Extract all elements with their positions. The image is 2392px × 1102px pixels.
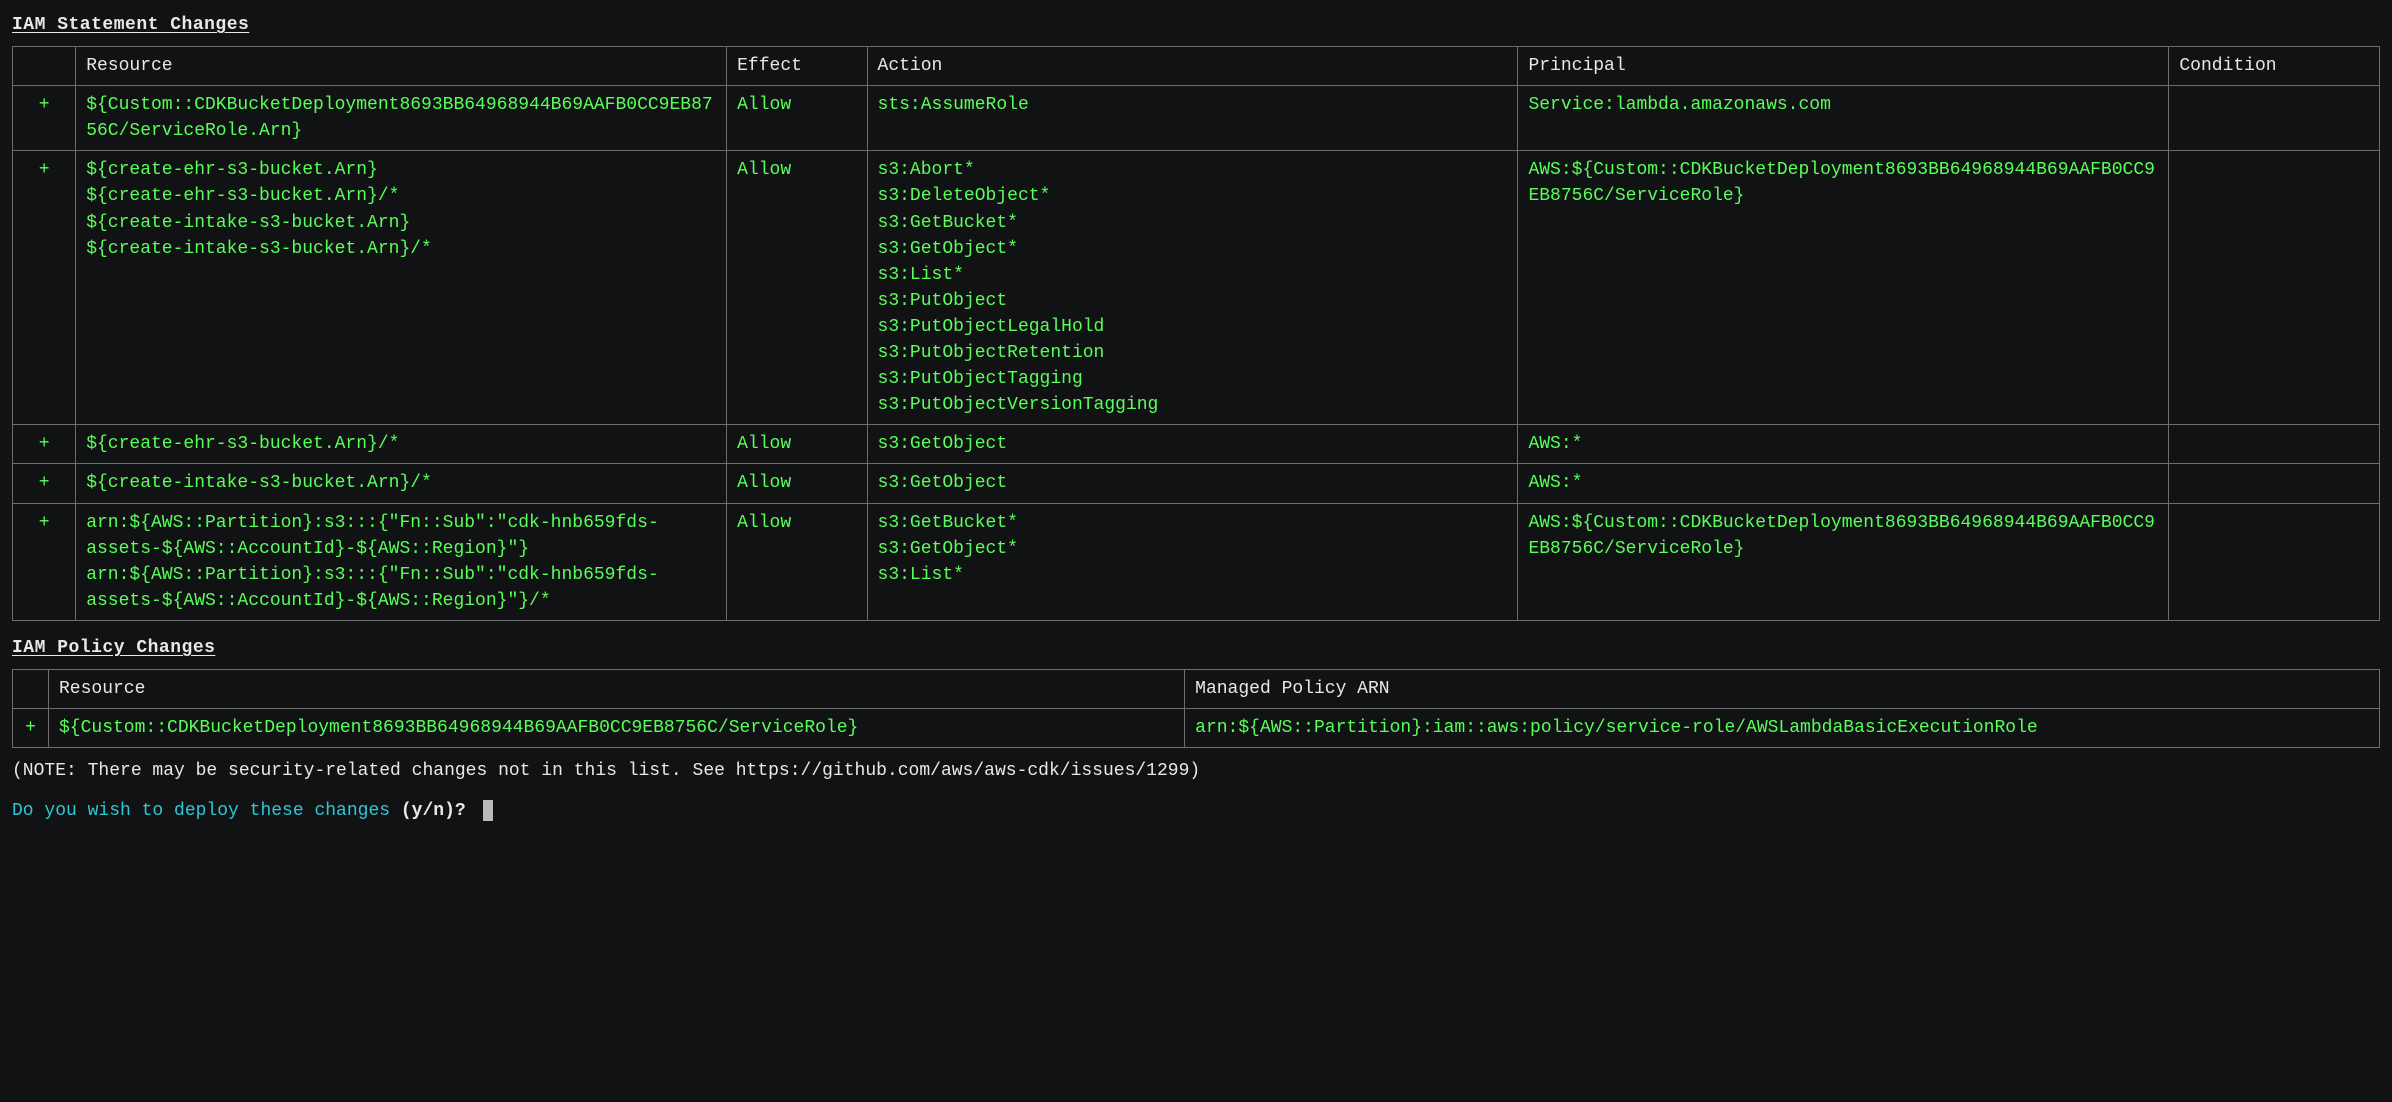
- row-condition: [2169, 151, 2380, 425]
- row-resource: arn:${AWS::Partition}:s3:::{"Fn::Sub":"c…: [76, 503, 727, 620]
- security-note: (NOTE: There may be security-related cha…: [12, 758, 2380, 784]
- row-mark: +: [13, 709, 49, 748]
- table-row: + ${create-ehr-s3-bucket.Arn} ${create-e…: [13, 151, 2380, 425]
- table-row: + ${create-ehr-s3-bucket.Arn}/* Allow s3…: [13, 425, 2380, 464]
- row-condition: [2169, 86, 2380, 151]
- table-row: + ${create-intake-s3-bucket.Arn}/* Allow…: [13, 464, 2380, 503]
- table-row: + arn:${AWS::Partition}:s3:::{"Fn::Sub":…: [13, 503, 2380, 620]
- col-principal: Principal: [1518, 47, 2169, 86]
- row-effect: Allow: [727, 464, 867, 503]
- row-principal: AWS:*: [1518, 464, 2169, 503]
- row-effect: Allow: [727, 503, 867, 620]
- row-mark: +: [13, 425, 76, 464]
- row-action: sts:AssumeRole: [867, 86, 1518, 151]
- row-condition: [2169, 464, 2380, 503]
- row-principal: AWS:${Custom::CDKBucketDeployment8693BB6…: [1518, 151, 2169, 425]
- terminal-output: IAM Statement Changes Resource Effect Ac…: [0, 0, 2392, 840]
- row-effect: Allow: [727, 151, 867, 425]
- col-condition: Condition: [2169, 47, 2380, 86]
- table-header-row: Resource Effect Action Principal Conditi…: [13, 47, 2380, 86]
- row-resource: ${create-ehr-s3-bucket.Arn} ${create-ehr…: [76, 151, 727, 425]
- table-row: + ${Custom::CDKBucketDeployment8693BB649…: [13, 86, 2380, 151]
- iam-policy-table: Resource Managed Policy ARN + ${Custom::…: [12, 669, 2380, 748]
- row-resource: ${Custom::CDKBucketDeployment8693BB64968…: [76, 86, 727, 151]
- row-mark: +: [13, 86, 76, 151]
- row-arn: arn:${AWS::Partition}:iam::aws:policy/se…: [1185, 709, 2380, 748]
- iam-statement-changes-title: IAM Statement Changes: [12, 12, 2380, 38]
- row-effect: Allow: [727, 425, 867, 464]
- row-condition: [2169, 503, 2380, 620]
- row-action: s3:Abort* s3:DeleteObject* s3:GetBucket*…: [867, 151, 1518, 425]
- iam-policy-changes-title: IAM Policy Changes: [12, 635, 2380, 661]
- row-resource: ${create-intake-s3-bucket.Arn}/*: [76, 464, 727, 503]
- col-resource: Resource: [76, 47, 727, 86]
- col-action: Action: [867, 47, 1518, 86]
- col-resource: Resource: [49, 669, 1185, 708]
- row-condition: [2169, 425, 2380, 464]
- prompt-question: Do you wish to deploy these changes: [12, 801, 401, 821]
- col-effect: Effect: [727, 47, 867, 86]
- row-mark: +: [13, 464, 76, 503]
- col-mark: [13, 47, 76, 86]
- prompt-yn: (y/n)?: [401, 801, 477, 821]
- deploy-prompt[interactable]: Do you wish to deploy these changes (y/n…: [12, 798, 2380, 824]
- row-principal: AWS:${Custom::CDKBucketDeployment8693BB6…: [1518, 503, 2169, 620]
- row-effect: Allow: [727, 86, 867, 151]
- row-principal: Service:lambda.amazonaws.com: [1518, 86, 2169, 151]
- row-principal: AWS:*: [1518, 425, 2169, 464]
- row-mark: +: [13, 151, 76, 425]
- row-mark: +: [13, 503, 76, 620]
- col-arn: Managed Policy ARN: [1185, 669, 2380, 708]
- row-action: s3:GetObject: [867, 464, 1518, 503]
- col-mark: [13, 669, 49, 708]
- table-header-row: Resource Managed Policy ARN: [13, 669, 2380, 708]
- row-action: s3:GetObject: [867, 425, 1518, 464]
- row-action: s3:GetBucket* s3:GetObject* s3:List*: [867, 503, 1518, 620]
- row-resource: ${create-ehr-s3-bucket.Arn}/*: [76, 425, 727, 464]
- iam-statement-table: Resource Effect Action Principal Conditi…: [12, 46, 2380, 621]
- row-resource: ${Custom::CDKBucketDeployment8693BB64968…: [49, 709, 1185, 748]
- cursor-icon: [483, 800, 493, 822]
- table-row: + ${Custom::CDKBucketDeployment8693BB649…: [13, 709, 2380, 748]
